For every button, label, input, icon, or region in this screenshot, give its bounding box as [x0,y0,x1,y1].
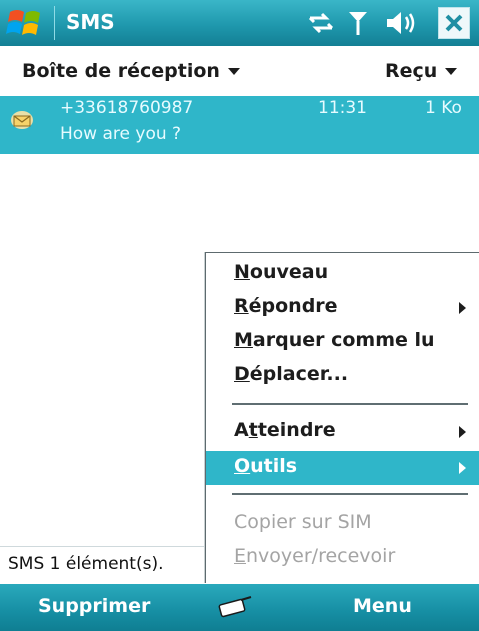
menu-item-label: Atteindre [234,419,336,441]
close-icon [445,14,463,32]
delete-softkey[interactable]: Supprimer [38,595,150,617]
submenu-arrow-icon [459,302,466,314]
list-item[interactable]: +33618760987 11:31 1 Ko How are you ? [0,96,479,154]
menu-item-label: Marquer comme lu [234,329,435,351]
window-title: SMS [66,10,115,34]
volume-icon[interactable] [384,8,418,38]
message-size: 1 Ko [425,98,462,118]
status-line: SMS 1 élément(s). [0,546,206,580]
keyboard-icon[interactable] [215,594,255,620]
sort-label: Reçu [385,60,438,82]
menu-item-label: Copier sur SIM [234,511,372,533]
message-sender: +33618760987 [60,98,194,118]
menu-separator [232,493,468,495]
menu-item-envoyer-recevoir[interactable]: Envoyer/recevoir [206,541,479,575]
message-time: 11:31 [318,98,367,118]
menu-softkey[interactable]: Menu [353,595,412,617]
menu-item-nouveau[interactable]: Nouveau [206,257,479,291]
list-header: Boîte de réception Reçu [0,58,479,90]
chevron-down-icon [227,68,240,75]
connectivity-icon[interactable] [306,8,336,38]
chevron-down-icon [445,68,458,75]
menu-item-label: Déplacer... [234,363,349,385]
message-preview: How are you ? [60,124,182,144]
envelope-icon [11,111,33,129]
popup-menu: Nouveau Répondre Marquer comme lu Déplac… [205,252,479,583]
menu-item-atteindre[interactable]: Atteindre [206,415,479,449]
close-button[interactable] [438,7,470,39]
folder-label: Boîte de réception [22,60,220,82]
menu-item-repondre[interactable]: Répondre [206,291,479,325]
sort-dropdown[interactable]: Reçu [385,60,458,82]
menu-item-label: Nouveau [234,261,329,283]
softkey-bar: Supprimer Menu [0,584,479,631]
menu-item-copier-sur-sim[interactable]: Copier sur SIM [206,507,479,541]
folder-dropdown[interactable]: Boîte de réception [22,60,240,82]
menu-item-label: Envoyer/recevoir [234,545,396,567]
title-separator [54,6,55,40]
menu-item-label: Outils [234,455,298,477]
menu-item-marquer-comme-lu[interactable]: Marquer comme lu [206,325,479,359]
submenu-arrow-icon [459,462,466,474]
windows-start-icon[interactable] [4,4,48,42]
menu-item-outils[interactable]: Outils [206,451,479,485]
menu-item-label: Répondre [234,295,338,317]
title-bar: SMS [0,0,479,46]
menu-separator [232,403,468,405]
menu-item-deplacer[interactable]: Déplacer... [206,359,479,393]
submenu-arrow-icon [459,426,466,438]
signal-icon[interactable] [346,8,370,38]
